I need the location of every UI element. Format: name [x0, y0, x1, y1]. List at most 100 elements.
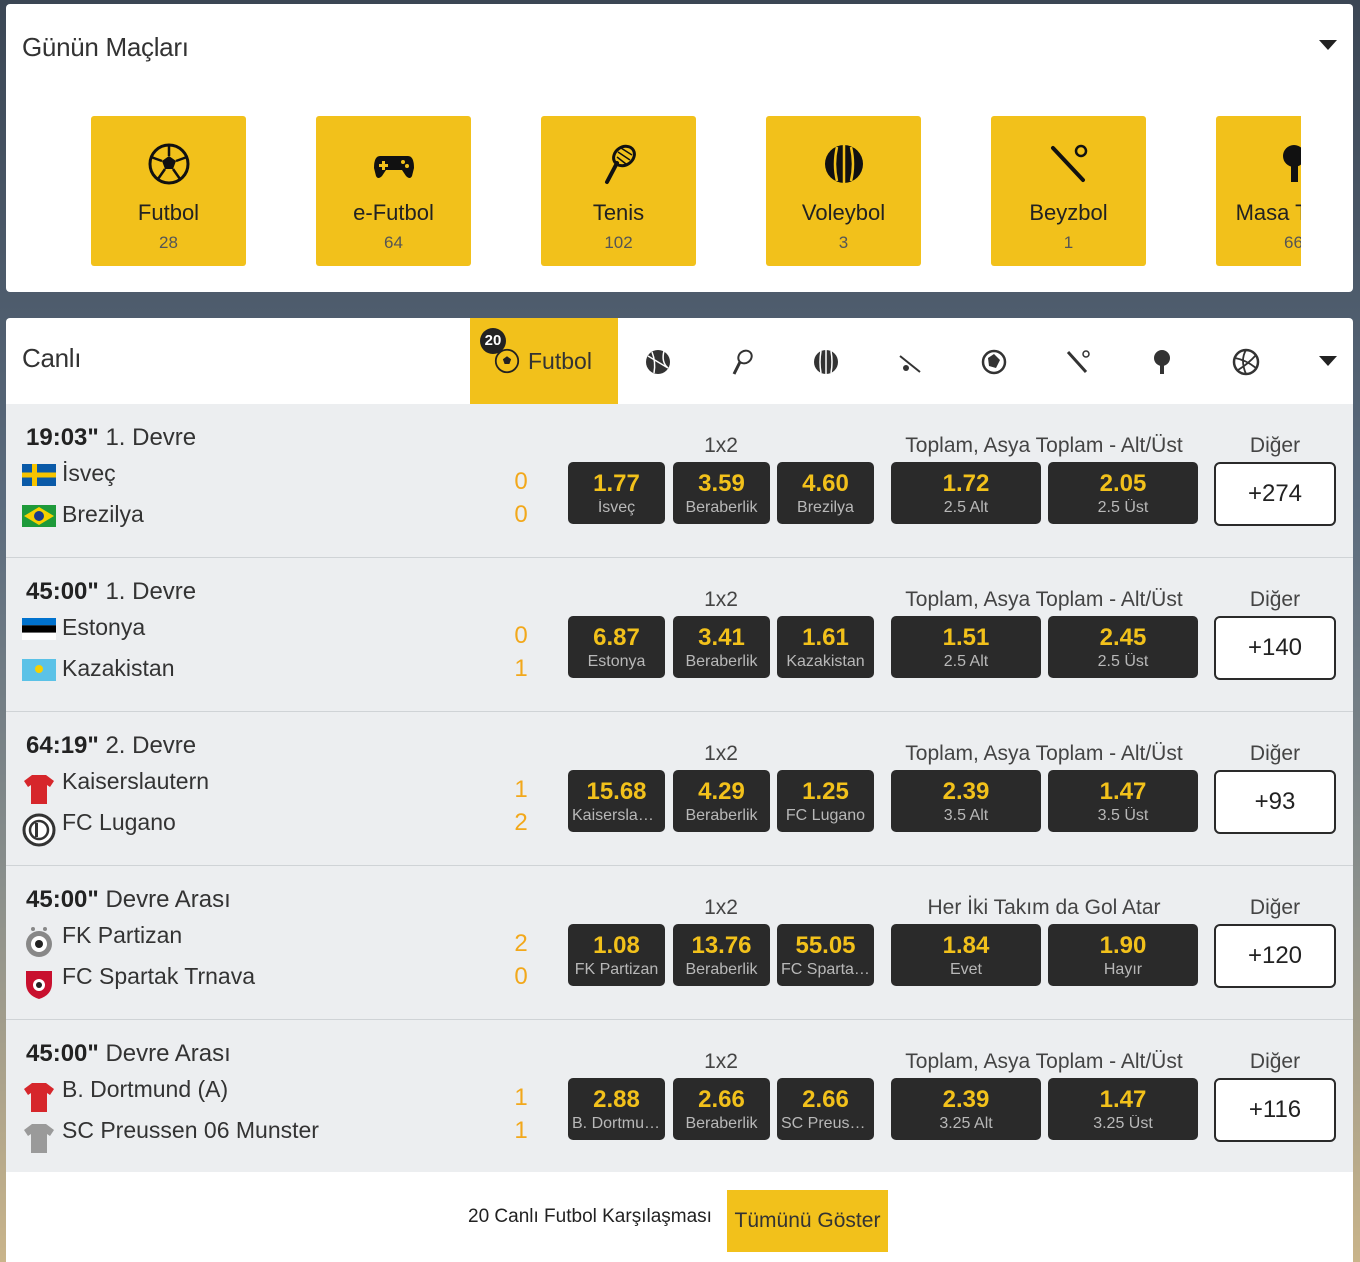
odd-button[interactable]: 2.88 B. Dortmund (A) — [568, 1078, 665, 1140]
live-count-text: 20 Canlı Futbol Karşılaşması — [468, 1206, 712, 1227]
tab-tennis[interactable] — [728, 348, 756, 376]
odd-button[interactable]: 1.90 Hayır — [1048, 924, 1198, 986]
odd-button[interactable]: 1.47 3.5 Üst — [1048, 770, 1198, 832]
odd-button[interactable]: 1.84 Evet — [891, 924, 1041, 986]
odd-value: 2.39 — [942, 1086, 990, 1113]
match-period: 1. Devre — [105, 424, 197, 451]
odd-value: 2.88 — [593, 1086, 640, 1113]
odd-label: FK Partizan — [574, 961, 659, 978]
odd-label: Beraberlik — [685, 961, 758, 978]
odd-label: 3.25 Alt — [939, 1115, 993, 1132]
odd-button[interactable]: 1.25 FC Lugano — [777, 770, 874, 832]
odd-value: 2.45 — [1099, 624, 1147, 651]
sport-tile-voleybol[interactable]: Voleybol 3 — [766, 116, 921, 266]
more-markets-button[interactable]: +93 — [1214, 770, 1336, 834]
odd-value: 2.66 — [698, 1086, 745, 1113]
home-team[interactable]: Kaiserslautern — [22, 768, 462, 804]
odd-button[interactable]: 2.45 2.5 Üst — [1048, 616, 1198, 678]
odd-button[interactable]: 2.39 3.25 Alt — [891, 1078, 1041, 1140]
home-team[interactable]: Estonya — [22, 614, 462, 644]
sport-tile-beyzbol[interactable]: Beyzbol 1 — [991, 116, 1146, 266]
away-team[interactable]: FC Spartak Trnava — [22, 963, 462, 999]
more-markets-button[interactable]: +140 — [1214, 616, 1336, 680]
odd-value: 1.47 — [1099, 1086, 1147, 1113]
home-team[interactable]: İsveç — [22, 460, 462, 490]
away-team-name: FC Spartak Trnava — [62, 963, 256, 989]
odd-label: 3.5 Alt — [943, 807, 989, 824]
odd-value: 1.51 — [942, 624, 990, 651]
odd-button[interactable]: 1.47 3.25 Üst — [1048, 1078, 1198, 1140]
match-row[interactable]: 64:19" 2. Devre Kaiserslautern FC Lugano 1 2… — [6, 712, 1353, 866]
tab-futbol[interactable]: 20 Futbol — [470, 318, 618, 404]
match-row[interactable]: 45:00" Devre Arası FK Partizan FC Spartak … — [6, 866, 1353, 1020]
sport-tile-count: 3 — [838, 233, 849, 252]
sport-tile-name: Masa Tenisi — [1235, 200, 1301, 225]
home-team-name: B. Dortmund (A) — [62, 1076, 229, 1102]
odd-button[interactable]: 4.29 Beraberlik — [673, 770, 770, 832]
more-markets-button[interactable]: +274 — [1214, 462, 1336, 526]
chevron-down-icon[interactable] — [1319, 356, 1337, 366]
odd-button[interactable]: 15.68 Kaiserslautern — [568, 770, 665, 832]
odd-label: İsveç — [597, 499, 636, 516]
odd-button[interactable]: 1.08 FK Partizan — [568, 924, 665, 986]
football-icon — [148, 143, 190, 185]
match-row[interactable]: 45:00" 1. Devre Estonya Kazakistan 0 1 1x2 Top… — [6, 558, 1353, 712]
odd-button[interactable]: 3.41 Beraberlik — [673, 616, 770, 678]
odd-label: Kazakistan — [786, 653, 865, 670]
odd-value: 1.25 — [802, 778, 849, 805]
sport-tile-masa-tenisi[interactable]: Masa Tenisi 66 — [1216, 116, 1301, 266]
odd-label: 2.5 Üst — [1097, 499, 1149, 516]
odd-button[interactable]: 2.66 Beraberlik — [673, 1078, 770, 1140]
tab-basketball[interactable] — [644, 348, 672, 376]
chevron-down-icon[interactable] — [1319, 40, 1337, 50]
sport-tile-futbol[interactable]: Futbol 28 — [91, 116, 246, 266]
badminton-icon — [899, 355, 921, 373]
more-markets-button[interactable]: +120 — [1214, 924, 1336, 988]
show-all-button[interactable]: Tümünü Göster — [727, 1190, 888, 1252]
match-time: 45:00" Devre Arası — [26, 886, 231, 914]
match-time: 45:00" Devre Arası — [26, 1040, 231, 1068]
odd-button[interactable]: 13.76 Beraberlik — [673, 924, 770, 986]
red-shirt-icon — [22, 1080, 56, 1112]
away-team[interactable]: FC Lugano — [22, 809, 462, 847]
odd-label: Beraberlik — [685, 807, 758, 824]
basketball-icon — [646, 350, 670, 374]
live-footer: 20 Canlı Futbol Karşılaşması Tümünü Göst… — [6, 1172, 1353, 1262]
market-1x2-label: 1x2 — [704, 434, 738, 457]
odd-button[interactable]: 2.39 3.5 Alt — [891, 770, 1041, 832]
red-shirt-icon — [22, 772, 56, 804]
home-team[interactable]: B. Dortmund (A) — [22, 1076, 462, 1112]
sport-tile-count: 64 — [384, 233, 403, 252]
odd-button[interactable]: 1.77 İsveç — [568, 462, 665, 524]
away-team[interactable]: SC Preussen 06 Munster — [22, 1117, 462, 1153]
tab-handball[interactable] — [980, 348, 1008, 376]
odd-button[interactable]: 3.59 Beraberlik — [673, 462, 770, 524]
tab-baseball[interactable] — [1064, 348, 1092, 376]
tab-badminton[interactable] — [896, 348, 924, 376]
tab-volleyball-ball[interactable] — [1232, 348, 1260, 376]
other-label: Diğer — [1249, 434, 1301, 457]
sport-tile-tenis[interactable]: Tenis 102 — [541, 116, 696, 266]
away-team[interactable]: Kazakistan — [22, 655, 462, 685]
home-team[interactable]: FK Partizan — [22, 922, 462, 957]
odd-button[interactable]: 6.87 Estonya — [568, 616, 665, 678]
more-markets-button[interactable]: +116 — [1214, 1078, 1336, 1142]
match-clock: 64:19" — [26, 732, 99, 759]
sport-tile-name: e-Futbol — [353, 200, 434, 225]
odd-button[interactable]: 1.51 2.5 Alt — [891, 616, 1041, 678]
away-team[interactable]: Brezilya — [22, 501, 462, 531]
tab-table-tennis[interactable] — [1148, 348, 1176, 376]
other-label: Diğer — [1249, 588, 1301, 611]
match-row[interactable]: 19:03" 1. Devre İsveç Brezilya 0 0 1x2 Toplam,… — [6, 404, 1353, 558]
tab-volleyball[interactable] — [812, 348, 840, 376]
odd-button[interactable]: 4.60 Brezilya — [777, 462, 874, 524]
sport-tile-efutbol[interactable]: e-Futbol 64 — [316, 116, 471, 266]
odd-button[interactable]: 55.05 FC Spartak Trnava — [777, 924, 874, 986]
odd-label: 2.5 Alt — [943, 499, 989, 516]
odd-label: Beraberlik — [685, 653, 758, 670]
odd-button[interactable]: 2.66 SC Preussen 06 Munster — [777, 1078, 874, 1140]
odd-button[interactable]: 1.61 Kazakistan — [777, 616, 874, 678]
odd-button[interactable]: 1.72 2.5 Alt — [891, 462, 1041, 524]
odd-button[interactable]: 2.05 2.5 Üst — [1048, 462, 1198, 524]
match-row[interactable]: 45:00" Devre Arası B. Dortmund (A) SC Preu… — [6, 1020, 1353, 1174]
